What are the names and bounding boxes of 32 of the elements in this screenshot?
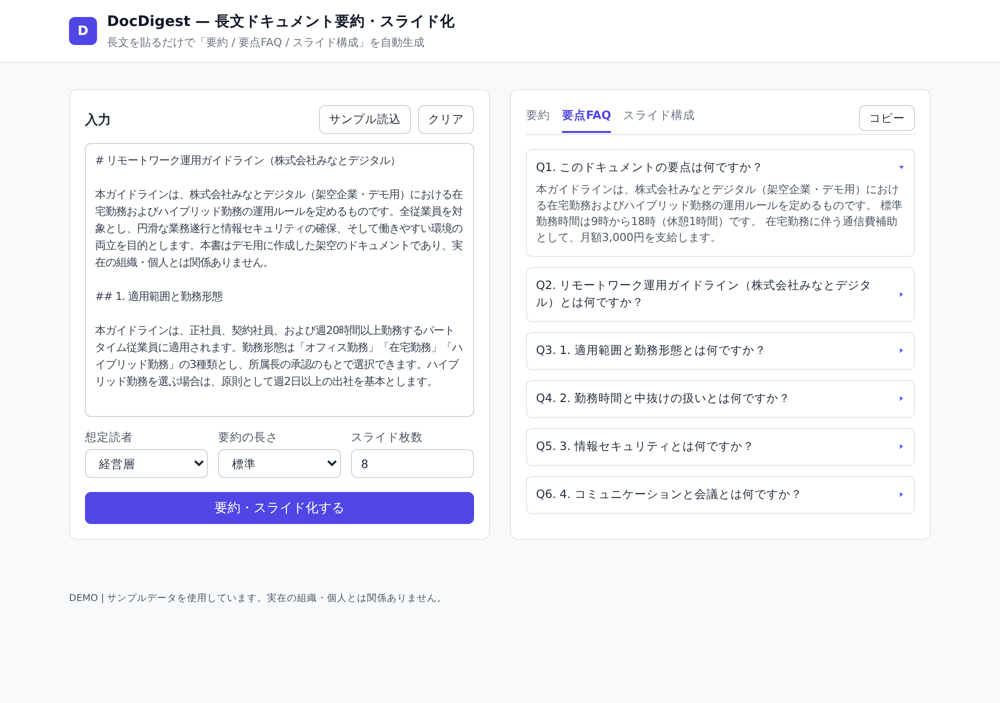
document-textarea[interactable]: # リモートワーク運用ガイドライン（株式会社みなとデジタル） 本ガイドラインは、株式会社みなとデジタル（架空企業・デモ用）における在宅勤務およびハイブリッド勤務の運用ルールを定めるものです。全従業員を対象とし、円滑な業務遂行と情報セキュリティの確保、そして働きやすい環境の両立を目的とします。本書はデモ用に作成した架空のドキュメントであり、実在の組織・個人とは関係ありません。 ## 1. 適用範囲と勤務形態 本ガイドラインは、正社員、契約社員、および週20時間以上勤務するパートタイム従業員に適用されます。勤務形態は「オフィス勤務」「在宅勤務」「ハイブリッド勤務」の3種類とし、所属長の承認のもとで選択できます。ハイブリッド勤務を選ぶ場合は、原則として週2日以上の出社を基本とします。 bbox=[85, 143, 474, 417]
field-label: 要約の長さ bbox=[218, 430, 279, 445]
dropdown[interactable]: 経営層 bbox=[85, 449, 208, 478]
faq-question[interactable]: Q1. このドキュメントの要点は何ですか？ bbox=[536, 159, 764, 176]
submit-button[interactable]: 要約・スライド化する bbox=[85, 492, 474, 524]
number-field[interactable]: 8 bbox=[351, 449, 474, 478]
faq-question[interactable]: Q2. リモートワーク運用ガイドライン（株式会社みなとデジタル）とは何ですか？ bbox=[536, 277, 889, 311]
faq-question[interactable]: Q4. 2. 勤務時間と中抜けの扱いとは何ですか？ bbox=[536, 390, 790, 407]
caret-right-icon[interactable] bbox=[899, 348, 904, 353]
caret-right-icon[interactable] bbox=[899, 292, 904, 296]
tab[interactable]: スライド構成 bbox=[623, 105, 696, 133]
field-label: 想定読者 bbox=[85, 430, 134, 445]
footer-note: DEMO | サンプルデータを使用しています。実在の組織・個人とは関係ありません。 bbox=[68, 592, 448, 605]
caret-down-icon[interactable] bbox=[899, 165, 904, 170]
app-title: DocDigest — 長文ドキュメント要約・スライド化 bbox=[107, 12, 455, 31]
logo: D bbox=[69, 17, 97, 45]
faq-question[interactable]: Q6. 4. コミュニケーションと会議とは何ですか？ bbox=[536, 486, 802, 503]
tab[interactable]: 要点FAQ bbox=[562, 105, 612, 133]
toolbar-button[interactable]: クリア bbox=[418, 105, 474, 134]
caret-right-icon[interactable] bbox=[899, 396, 904, 401]
caret-right-icon[interactable] bbox=[899, 492, 904, 497]
dropdown[interactable]: 標準 bbox=[218, 449, 341, 478]
faq-question[interactable]: Q5. 3. 情報セキュリティとは何ですか？ bbox=[536, 438, 754, 455]
copy-button[interactable]: コピー bbox=[859, 105, 915, 131]
field-label: スライド枚数 bbox=[351, 430, 424, 445]
toolbar-button[interactable]: サンプル読込 bbox=[319, 105, 411, 134]
app-subtitle: 長文を貼るだけで「要約 / 要点FAQ / スライド構成」を自動生成 bbox=[107, 35, 426, 50]
panel-title: 入力 bbox=[85, 112, 111, 128]
caret-right-icon[interactable] bbox=[899, 444, 904, 449]
faq-answer: 本ガイドラインは、株式会社みなとデジタル（架空企業・デモ用）における在宅勤務およびハイブリッド勤務の運用ルールを定めるものです。 標準勤務時間は9時から18時（休憩1時間）です。 在宅勤務に伴う通信費補助として、月額3,000円を支給します。 bbox=[536, 182, 904, 246]
tab[interactable]: 要約 bbox=[526, 105, 550, 133]
faq-question[interactable]: Q3. 1. 適用範囲と勤務形態とは何ですか？ bbox=[536, 342, 766, 359]
